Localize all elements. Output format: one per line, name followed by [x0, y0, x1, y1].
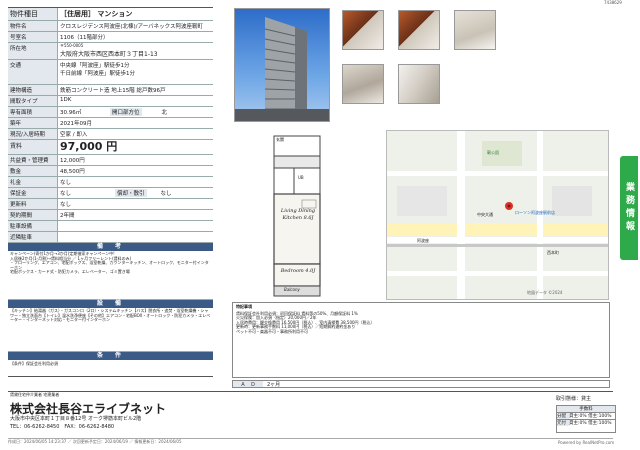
dealtype-value: 貸主: [581, 396, 592, 402]
footer-tagline: 賃貸住宅仲介業者 宅建業者: [10, 392, 60, 397]
listing-code: 7438629: [604, 0, 622, 5]
jouken-text: 【条件】保証会社利用必須: [8, 360, 213, 377]
map-label-area: 西本町: [547, 250, 559, 255]
neighbor-parking-label: 近隣駐車: [8, 232, 58, 242]
notes-box: 特記事項 賃料保証会社利用必須：初回保証料 賃料等の50%、月額保証料 1% 火…: [232, 302, 610, 378]
plan-balcony: Balcony: [284, 287, 300, 292]
kind-label: 物件種目: [8, 8, 58, 20]
ad-row: Ａ Ｄ 2ヶ月: [232, 380, 610, 388]
location-map[interactable]: 中央大通 阿波座 ローソン阿波座駅前店 靭公園 西本町 地図データ ©2024: [386, 130, 609, 300]
fee-row1-value: 貸主:0% 借主:100%: [569, 414, 612, 419]
name-value: クロスレジデンス阿波座(北棟)/アーバネックス阿波座靭町: [60, 24, 203, 30]
rent-label: 賃料: [8, 140, 58, 154]
shokyaku-value: なし: [160, 191, 172, 197]
traffic-line-1: 中央線「阿波座」駅徒歩1分: [60, 63, 130, 69]
floor-plan: 玄関 UB Living Dining Kitchen 8.6J Bedroom…: [252, 130, 342, 300]
interior-photo-5[interactable]: [398, 64, 440, 104]
current-value: 空家 / 即入: [60, 132, 88, 138]
map-label-store: ローソン阿波座駅前店: [515, 210, 555, 215]
contract-value: 2年間: [60, 213, 75, 219]
neighbor-parking-value: [58, 232, 213, 242]
business-info-tab[interactable]: 業務情報: [620, 156, 638, 260]
deposit-value: 48,500円: [60, 169, 85, 175]
area-label: 専有面積: [8, 107, 58, 117]
plan-living: Living Dining Kitchen 8.6J: [280, 208, 316, 221]
built-label: 築年: [8, 118, 58, 128]
direction-label: 開口部方位: [110, 108, 142, 116]
setsubi-text: 【キッチン】給湯器（ガス）・ガスコンロ（2口）・システムキッチン【バス】脱衣所・…: [8, 308, 213, 352]
bikou-title: 備 考: [8, 243, 213, 251]
company-name: 株式会社長谷エライブネット: [10, 402, 167, 416]
setsubi-title: 設 備: [8, 300, 213, 308]
map-label-street: 中央大通: [477, 212, 493, 217]
bikou-text: キャンペーン(寄付1か月→3か月)定期借家キャンペーン中! 入居後2か月(1-月…: [8, 251, 213, 300]
fee-title: 手数料: [557, 406, 615, 413]
interior-photo-3[interactable]: [454, 10, 496, 50]
map-label-park: 靭公園: [487, 150, 499, 155]
mgmt-label: 共益費・管理費: [8, 155, 58, 165]
shokyaku-label: 償却・敷引: [115, 189, 147, 197]
structure-value: 鉄筋コンクリート造 地上15階 総戸数96戸: [60, 88, 166, 94]
renew-value: なし: [60, 202, 72, 208]
contract-label: 契約期間: [8, 210, 58, 220]
key-value: なし: [60, 180, 72, 186]
traffic-line-2: 千日前線「阿波座」駅徒歩1分: [60, 71, 136, 77]
address-value: 大阪府大阪市西区西本町３丁目1-13: [60, 50, 158, 58]
print-info: 作成日：2024/06/05 14:23:37 ／ 次回更新予定日：2024/0…: [8, 438, 613, 445]
interior-photo-2[interactable]: [398, 10, 440, 50]
parking-value: [58, 221, 213, 231]
hoshou-label: 保証金: [8, 188, 58, 198]
ad-label: Ａ Ｄ: [233, 381, 263, 388]
layout-label: 間取タイプ: [8, 96, 58, 106]
notes-text: 賃料保証会社利用必須：初回保証料 賃料等の50%、月額保証料 1% 火災保険：加…: [236, 310, 375, 334]
direction-value: 北: [161, 110, 168, 116]
company-contact: TEL：06-6262-8450 FAX：06-6262-8480: [10, 424, 115, 430]
hoshou-value: なし: [60, 191, 72, 197]
mgmt-value: 12,000円: [60, 158, 85, 164]
interior-photo-1[interactable]: [342, 10, 384, 50]
name-label: 物件名: [8, 21, 58, 31]
jouken-title: 条 件: [8, 352, 213, 360]
plan-bedroom: Bedroom 4.0J: [280, 268, 316, 274]
powered-by: Powered by RealNetPro.com: [558, 440, 615, 445]
traffic-label: 交通: [8, 60, 58, 84]
parking-label: 駐車設備: [8, 221, 58, 231]
building-photo: [234, 8, 330, 122]
room-value: 1106（11階部分）: [60, 35, 109, 41]
plan-entrance: 玄関: [276, 137, 284, 142]
structure-label: 建物構造: [8, 85, 58, 95]
property-table: 物件種目 ［住居用］ マンション 物件名 クロスレジデンス阿波座(北棟)/アーバネッ…: [8, 7, 213, 377]
company-address: 大阪市中央区本町１丁目８番12号 オーク堺筋本町ビル2階: [10, 416, 142, 422]
built-value: 2021年09月: [60, 121, 92, 127]
address-label: 所在地: [8, 43, 58, 59]
map-label-station: 阿波座: [417, 238, 429, 243]
rent-value: 97,000 円: [60, 140, 118, 153]
dealtype: 取引態様：貸主: [556, 396, 591, 402]
fee-table: 手数料 分配 貸主:0% 借主:100% 元付 貸主:0% 借主:100%: [556, 405, 616, 433]
kind-value: ［住居用］ マンション: [60, 10, 133, 18]
layout-value: 1DK: [60, 97, 72, 103]
map-copyright: 地図データ ©2024: [527, 290, 563, 295]
key-label: 礼金: [8, 177, 58, 187]
ad-value: 2ヶ月: [267, 382, 281, 388]
renew-label: 更新料: [8, 199, 58, 209]
fee-row2-label: 元付: [557, 420, 569, 426]
current-label: 現況/入居時期: [8, 129, 58, 139]
dealtype-label: 取引態様：: [556, 396, 582, 402]
footer-divider: [8, 391, 613, 392]
deposit-label: 敷金: [8, 166, 58, 176]
interior-photo-4[interactable]: [342, 64, 384, 104]
room-label: 号室名: [8, 32, 58, 42]
plan-bath: UB: [298, 175, 304, 180]
fee-row1-label: 分配: [557, 413, 569, 419]
area-value: 30.96㎡: [60, 110, 82, 116]
fee-row2-value: 貸主:0% 借主:100%: [569, 421, 612, 426]
